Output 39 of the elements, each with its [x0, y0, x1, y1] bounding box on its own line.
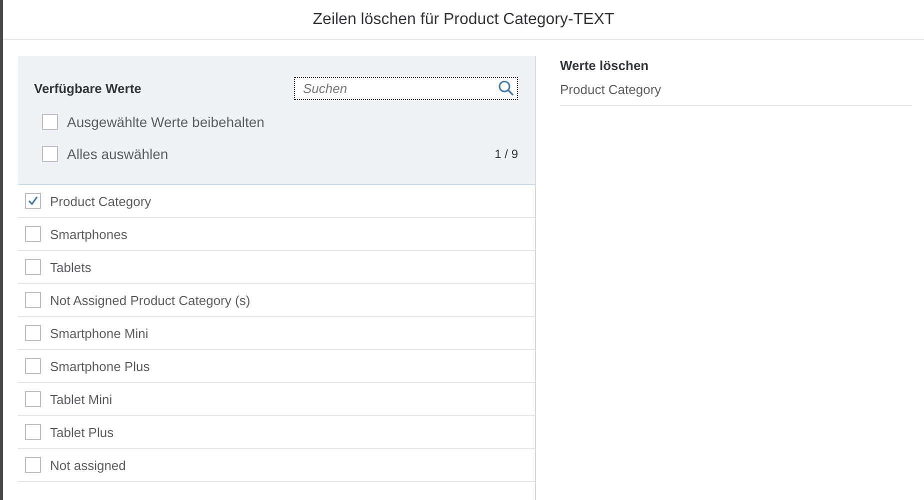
list-item[interactable]: Not assigned: [18, 449, 535, 482]
list-item[interactable]: Smartphone Mini: [18, 317, 535, 350]
checkbox[interactable]: [25, 226, 41, 242]
item-label: Smartphone Plus: [50, 358, 150, 374]
search-field[interactable]: Suchen: [294, 76, 518, 100]
checkbox[interactable]: [42, 114, 58, 130]
item-label: Tablet Mini: [50, 392, 112, 406]
list-item[interactable]: Not Assigned Product Category (s): [18, 284, 535, 317]
list-item[interactable]: Tablet Mini: [18, 383, 535, 416]
option-label: Ausgewählte Werte beibehalten: [67, 114, 264, 130]
checkbox[interactable]: [25, 424, 41, 440]
check-icon: [27, 195, 39, 207]
search-icon: [498, 80, 514, 96]
list-item[interactable]: Tablet Plus: [18, 416, 535, 449]
checkbox[interactable]: [25, 325, 41, 341]
item-label: Smartphone Mini: [50, 326, 148, 340]
checkbox[interactable]: [25, 457, 41, 473]
checkbox[interactable]: [42, 146, 58, 162]
dialog-title: Zeilen löschen für Product Category-TEXT: [312, 10, 614, 28]
item-label: Not assigned: [50, 458, 126, 472]
item-count: 1 / 9: [494, 147, 518, 161]
item-label: Not Assigned Product Category (s): [50, 292, 250, 308]
item-label: Tablets: [50, 260, 92, 274]
item-label: Product Category: [50, 194, 152, 208]
list-item[interactable]: Smartphone Plus: [18, 350, 535, 383]
item-label: Smartphones: [50, 226, 128, 242]
checkbox[interactable]: [25, 193, 41, 209]
item-label: Tablet Plus: [50, 424, 114, 440]
panel-title: Werte löschen: [560, 58, 650, 73]
checkbox[interactable]: [25, 292, 41, 308]
checkbox[interactable]: [25, 259, 41, 275]
list-item[interactable]: Smartphones: [18, 218, 535, 251]
value-label: Product Category: [560, 82, 662, 97]
panel-title: Verfügbare Werte: [34, 80, 142, 96]
option-label: Alles auswählen: [67, 146, 168, 162]
checkbox[interactable]: [25, 391, 41, 407]
checkbox[interactable]: [25, 358, 41, 374]
list-item[interactable]: Product Category: [18, 185, 535, 218]
list-item[interactable]: Tablets: [18, 251, 535, 284]
